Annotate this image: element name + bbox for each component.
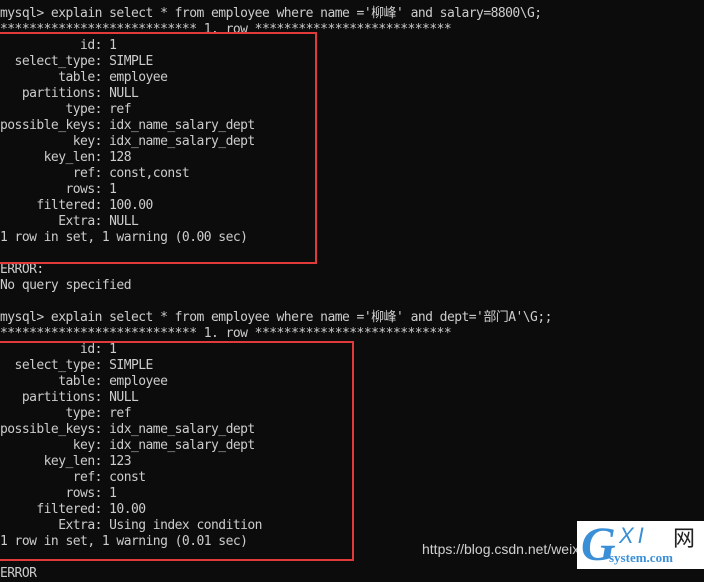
highlight-box-second-result xyxy=(0,341,354,561)
site-logo: G XI 网 system.com xyxy=(577,518,704,571)
watermark-url: https://blog.csdn.net/weixi xyxy=(422,541,583,557)
logo-wang: 网 xyxy=(673,527,696,552)
highlight-box-first-result xyxy=(0,32,317,264)
error-label: ERROR: xyxy=(0,262,44,277)
error-message: No query specified xyxy=(0,278,132,293)
logo-domain: system.com xyxy=(609,550,673,565)
terminal-line: mysql> explain select * from employee wh… xyxy=(0,6,542,21)
terminal-line: mysql> explain select * from employee wh… xyxy=(0,310,552,325)
terminal-line: *************************** 1. row *****… xyxy=(0,326,452,341)
logo-xi: XI xyxy=(619,523,648,548)
